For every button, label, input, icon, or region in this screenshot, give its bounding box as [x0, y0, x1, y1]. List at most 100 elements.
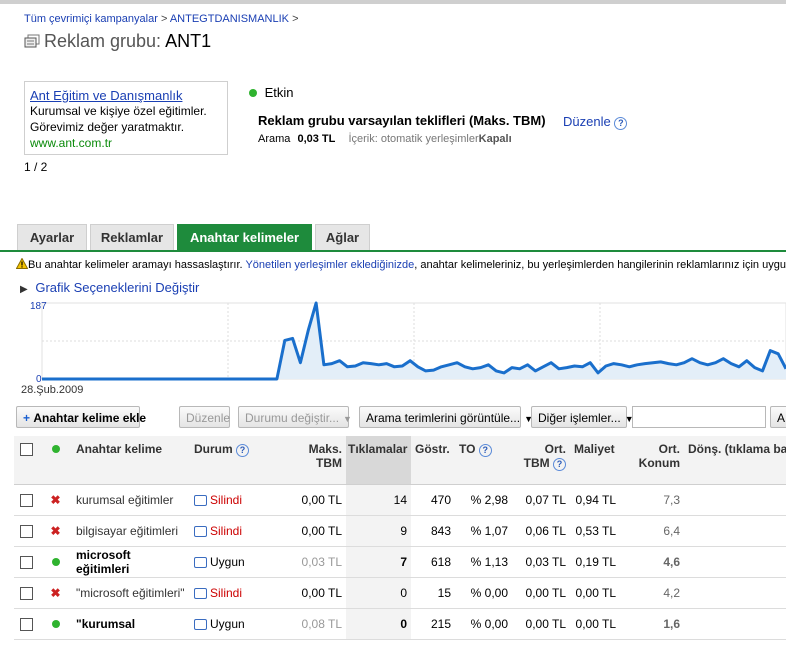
- conversions-column-header[interactable]: Dönş. (tıklama başı: [684, 436, 786, 485]
- status-label: Etkin: [264, 85, 294, 100]
- info-message: Bu anahtar kelimeler aramayı hassaslaştı…: [15, 257, 786, 271]
- chart-options-toggle[interactable]: ▶ Grafik Seçeneklerini Değiştir: [20, 280, 199, 295]
- ad-headline[interactable]: Ant Eğitim ve Danışmanlık: [30, 88, 227, 103]
- avg-position-cell: 4,2: [620, 577, 684, 609]
- row-checkbox[interactable]: [20, 556, 33, 570]
- speech-bubble-icon[interactable]: [194, 557, 207, 569]
- status-column-label: Durum: [194, 442, 233, 456]
- impressions-cell: 215: [411, 608, 455, 640]
- status-cell[interactable]: Silindi: [190, 515, 271, 547]
- chart-options-link[interactable]: Grafik Seçeneklerini Değiştir: [35, 280, 199, 295]
- keyword-cell[interactable]: bilgisayar eğitimleri: [72, 515, 190, 547]
- help-icon[interactable]: ?: [553, 458, 566, 471]
- status-cell[interactable]: Uygun: [190, 608, 271, 640]
- tab-ads[interactable]: Reklamlar: [90, 224, 174, 250]
- speech-bubble-icon[interactable]: [194, 619, 207, 631]
- speech-bubble-icon[interactable]: [194, 495, 207, 507]
- breadcrumb-all-campaigns[interactable]: Tüm çevrimiçi kampanyalar: [24, 13, 158, 25]
- more-actions-label: Diğer işlemler...: [538, 411, 621, 425]
- help-icon[interactable]: ?: [614, 117, 628, 130]
- status-cell[interactable]: Silindi: [190, 577, 271, 609]
- breadcrumb-separator: >: [292, 13, 299, 25]
- status-dot-icon: [51, 558, 60, 566]
- status-text: Silindi: [210, 586, 243, 600]
- row-checkbox[interactable]: [20, 618, 33, 632]
- add-keyword-label: Anahtar kelime ekle: [33, 411, 147, 425]
- status-cell[interactable]: Uygun: [190, 546, 271, 578]
- keyword-cell[interactable]: kurumsal eğitimler: [72, 484, 190, 516]
- edit-button[interactable]: Düzenle: [179, 406, 230, 428]
- row-checkbox[interactable]: [20, 587, 33, 601]
- triangle-right-icon: ▶: [20, 284, 28, 295]
- add-keyword-button[interactable]: + Anahtar kelime ekle: [16, 406, 146, 428]
- info-text-after: , anahtar kelimeleriniz, bu yerleşimlerd…: [414, 259, 786, 271]
- ad-description-line-2: Görevimiz değer yaratmaktır.: [30, 120, 185, 134]
- change-status-dropdown[interactable]: Durumu değiştir... ▼: [238, 406, 352, 428]
- row-checkbox[interactable]: [20, 525, 33, 539]
- keyword-cell[interactable]: "microsoft eğitimleri": [72, 577, 190, 609]
- avg-cpc-column-header[interactable]: Ort. TBM ?: [512, 436, 570, 485]
- table-header-row: Anahtar kelime Durum ? Maks. TBM Tıklamal…: [14, 436, 786, 485]
- status-column-header[interactable]: Durum ?: [190, 436, 271, 485]
- keyword-cell[interactable]: microsoft eğitimleri: [72, 546, 190, 578]
- status-cell[interactable]: Silindi: [190, 484, 271, 516]
- ad-preview-counter: 1 / 2: [24, 160, 48, 174]
- content-bid-label: İçerik: otomatik yerleşimler: [348, 133, 479, 145]
- filter-input[interactable]: [632, 406, 766, 428]
- speech-bubble-icon[interactable]: [194, 588, 207, 600]
- default-bids-edit: Düzenle ?: [563, 114, 628, 130]
- conversions-cell: [684, 515, 786, 547]
- cost-cell: 0,53 TL: [570, 515, 620, 547]
- cost-cell: 0,94 TL: [570, 484, 620, 516]
- ctr-cell: % 0,00: [455, 577, 512, 609]
- y-axis-max-label: 187: [30, 301, 47, 312]
- conversions-cell: [684, 577, 786, 609]
- ctr-cell: % 2,98: [455, 484, 512, 516]
- impressions-cell: 618: [411, 546, 455, 578]
- avg-position-header-line-2: Konum: [638, 456, 680, 470]
- clicks-cell: 0: [346, 577, 411, 609]
- max-cpc-cell[interactable]: 0,00 TL: [271, 515, 346, 547]
- impressions-column-header[interactable]: Göstr.: [411, 436, 455, 485]
- default-bids-values: Arama 0,03 TL İçerik: otomatik yerleşiml…: [258, 133, 512, 145]
- cost-column-header[interactable]: Maliyet: [570, 436, 620, 485]
- apply-button[interactable]: A: [770, 406, 786, 428]
- avg-position-column-header[interactable]: Ort. Konum: [620, 436, 684, 485]
- table-row: ✖ "microsoft eğitimleri" Silindi 0,00 TL 0 15…: [14, 577, 786, 609]
- keyword-column-header[interactable]: Anahtar kelime: [72, 436, 190, 485]
- row-status-icon-cell: ✖: [39, 577, 72, 609]
- impressions-cell: 470: [411, 484, 455, 516]
- managed-placements-link[interactable]: Yönetilen yerleşimler eklediğinizde: [245, 259, 414, 271]
- row-select-cell: [14, 484, 39, 516]
- edit-bids-link[interactable]: Düzenle: [563, 114, 611, 129]
- help-icon[interactable]: ?: [478, 444, 492, 457]
- window-top-border: [0, 0, 786, 4]
- status-text: Silindi: [210, 493, 243, 507]
- clicks-column-header[interactable]: Tıklamalar: [346, 436, 411, 485]
- ctr-column-header[interactable]: TO ?: [455, 436, 512, 485]
- help-icon[interactable]: ?: [236, 444, 250, 457]
- tab-networks[interactable]: Ağlar: [315, 224, 370, 250]
- tab-keywords[interactable]: Anahtar kelimeler: [177, 224, 312, 250]
- max-cpc-cell[interactable]: 0,00 TL: [271, 577, 346, 609]
- breadcrumb-account[interactable]: ANTEGTDANISMANLIK: [170, 13, 289, 25]
- more-actions-dropdown[interactable]: Diğer işlemler... ▼: [531, 406, 634, 428]
- status-text: Uygun: [210, 555, 245, 569]
- avg-cpc-cell: 0,00 TL: [512, 577, 570, 609]
- view-search-terms-dropdown[interactable]: Arama terimlerini görüntüle... ▼: [359, 406, 533, 428]
- keyword-cell[interactable]: "kurumsal: [72, 608, 190, 640]
- deleted-x-icon: ✖: [50, 586, 61, 600]
- row-checkbox[interactable]: [20, 494, 33, 508]
- table-row: ✖ bilgisayar eğitimleri Silindi 0,00 TL 9 843…: [14, 515, 786, 547]
- keywords-toolbar: + Anahtar kelime ekle Düzenle Durumu değ…: [16, 406, 786, 430]
- tab-settings[interactable]: Ayarlar: [17, 224, 87, 250]
- max-cpc-cell[interactable]: 0,03 TL: [271, 546, 346, 578]
- row-select-cell: [14, 515, 39, 547]
- avg-position-cell: 6,4: [620, 515, 684, 547]
- max-cpc-cell[interactable]: 0,00 TL: [271, 484, 346, 516]
- max-cpc-cell[interactable]: 0,08 TL: [271, 608, 346, 640]
- speech-bubble-icon[interactable]: [194, 526, 207, 538]
- select-all-checkbox[interactable]: [20, 443, 33, 457]
- row-status-icon-cell: [39, 546, 72, 578]
- max-cpc-column-header[interactable]: Maks. TBM: [271, 436, 346, 485]
